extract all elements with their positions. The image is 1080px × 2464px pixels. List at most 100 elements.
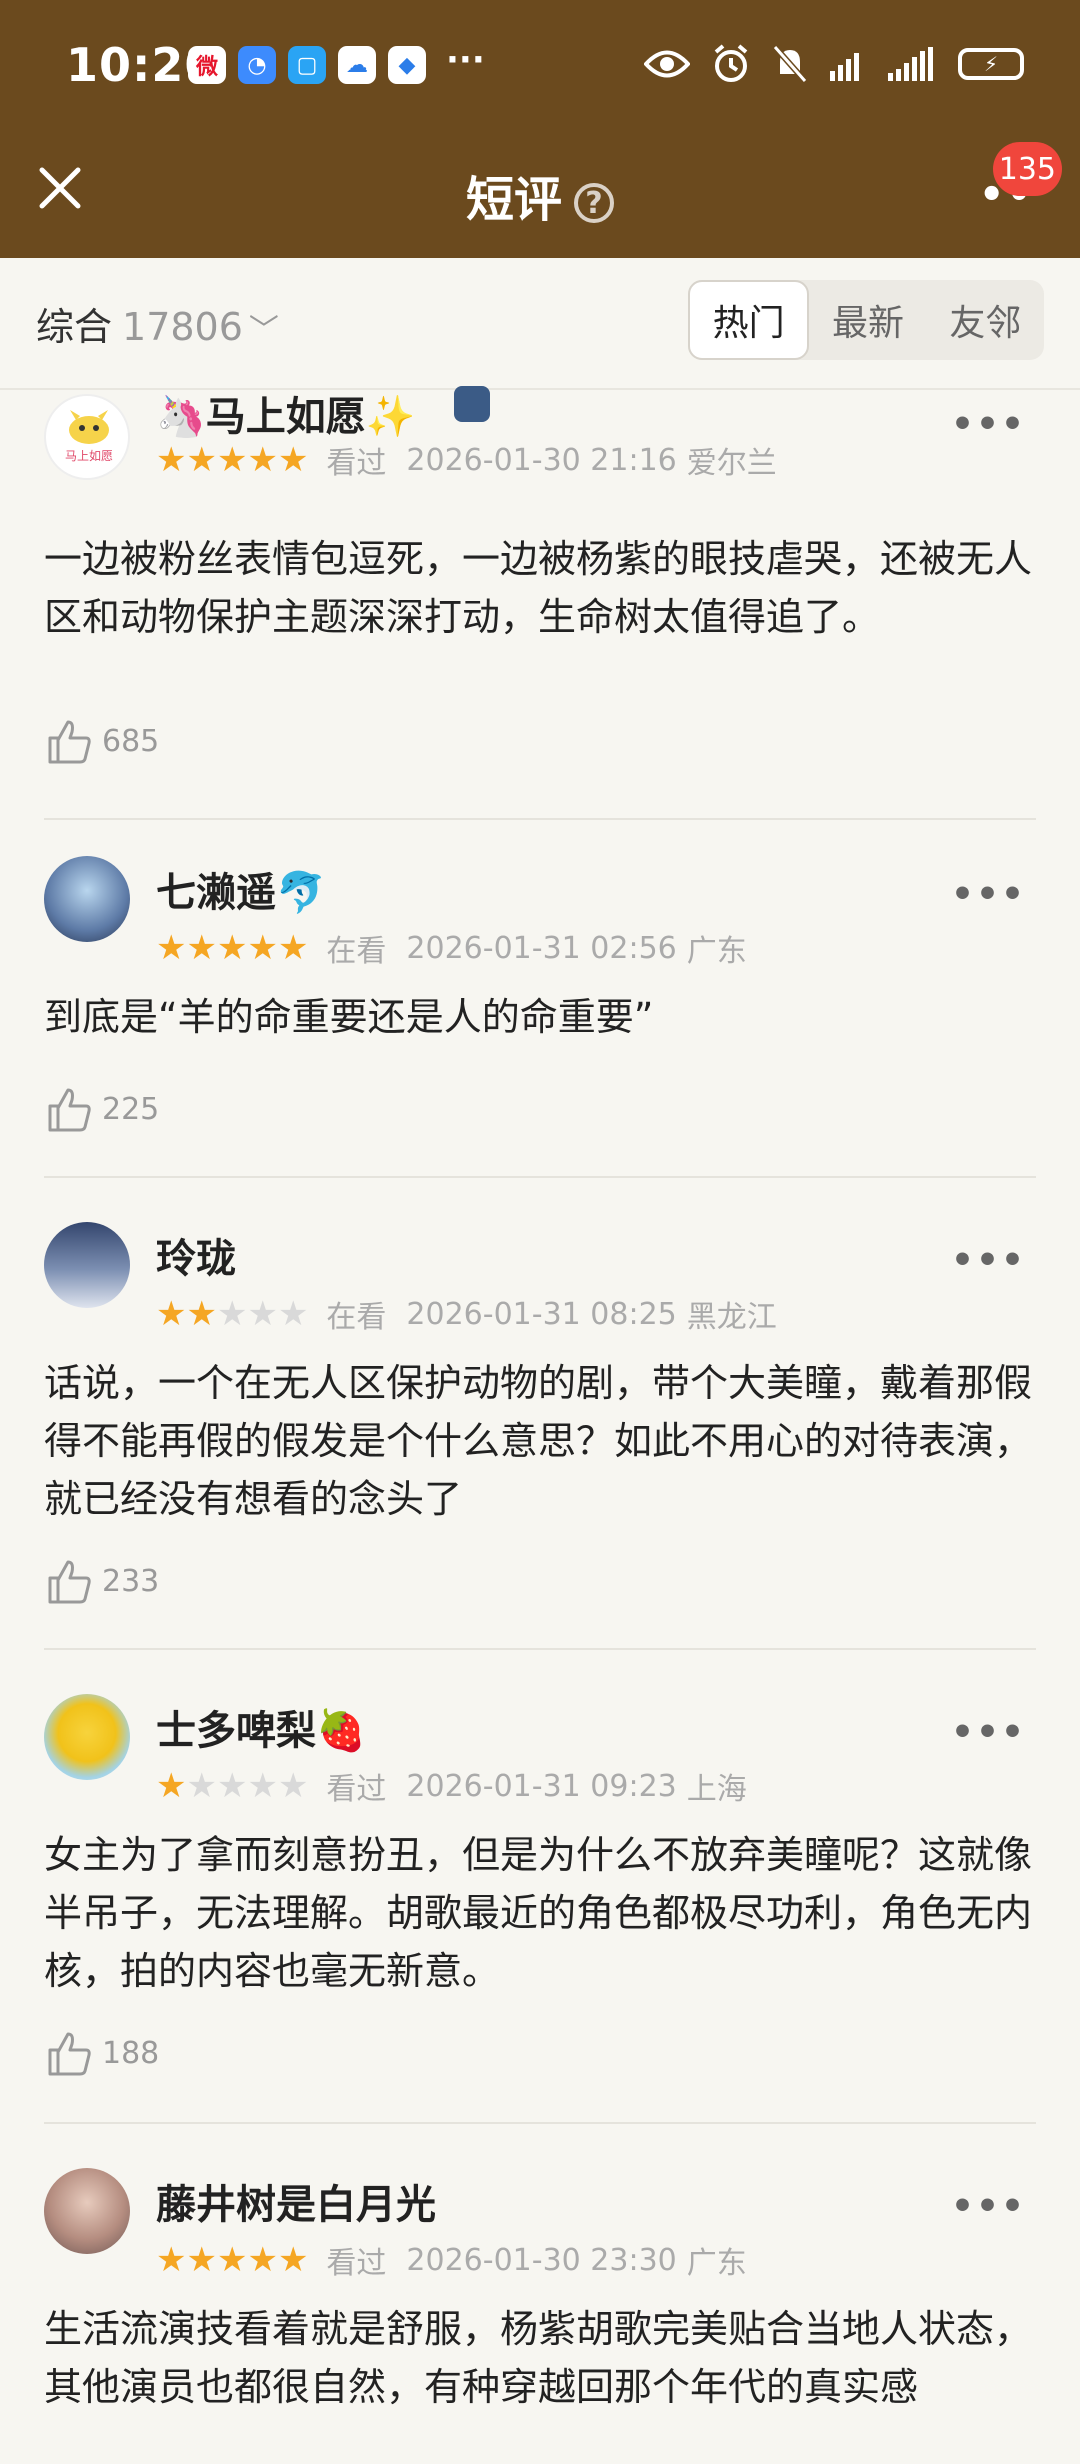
review-list: 马上如愿 🦄马上如愿✨ ★ ★ ★ ★ ★ 看过 2026-01-30 21:16 爱尔… — [0, 386, 1080, 2464]
username[interactable]: 🦄马上如愿✨ — [156, 384, 416, 442]
watch-status: 看过 — [326, 446, 387, 481]
star-icon: ★ — [186, 2240, 217, 2280]
avatar[interactable] — [44, 856, 130, 942]
like-button[interactable]: 188 — [44, 2028, 159, 2078]
review-more-button[interactable]: ••• — [951, 874, 1026, 915]
star-icon: ★ — [247, 1766, 278, 1806]
thumbs-up-icon — [48, 1560, 91, 1604]
like-button[interactable]: 225 — [44, 1084, 159, 1134]
review-location: 广东 — [686, 934, 747, 969]
review-item: 马上如愿 🦄马上如愿✨ ★ ★ ★ ★ ★ 看过 2026-01-30 21:16 爱尔… — [44, 386, 1036, 820]
star-icon: ★ — [247, 2240, 278, 2280]
star-icon: ★ — [186, 1766, 217, 1806]
notification-badge: 135 — [992, 142, 1062, 196]
status-app-icons: 微 ◔ ▢ ☁ ◆ — [188, 46, 426, 84]
review-meta: ★ ★ ★ ★ ★ 看过 2026-01-31 09:23 上海 — [156, 1764, 747, 1808]
star-icon: ★ — [156, 2240, 187, 2280]
review-location: 黑龙江 — [686, 1300, 777, 1335]
app-header: 10:20 微 ◔ ▢ ☁ ◆ ··· ⚡ 短评 ? •• 135 — [0, 0, 1080, 258]
badge-icon — [454, 386, 490, 422]
page-title: 短评? — [0, 160, 1080, 230]
avatar[interactable] — [44, 1222, 130, 1308]
star-icon: ★ — [216, 440, 248, 480]
star-icon: ★ — [156, 440, 187, 480]
star-icon: ★ — [247, 928, 278, 968]
status-right-icons: ⚡ — [644, 44, 1024, 84]
sort-tabs: 热门 最新 友邻 — [688, 280, 1044, 360]
username[interactable]: 七濑遥🐬 — [156, 860, 326, 918]
cloud-icon: ☁ — [338, 46, 376, 84]
avatar[interactable]: 马上如愿 — [44, 394, 130, 480]
review-content: 话说，一个在无人区保护动物的剧，带个大美瞳，戴着那假得不能再假的假发是个什么意思… — [44, 1361, 1033, 1521]
sort-select[interactable]: 综合 17806 ﹀ — [36, 296, 279, 351]
star-icon: ★ — [277, 928, 309, 968]
review-more-button[interactable]: ••• — [951, 1712, 1026, 1753]
star-icon: ★ — [277, 1294, 309, 1334]
help-icon[interactable]: ? — [574, 183, 614, 223]
avatar[interactable] — [44, 2168, 130, 2254]
review-location: 上海 — [686, 1772, 747, 1807]
bulb-icon: ◔ — [238, 46, 276, 84]
review-datetime: 2026-01-31 09:23 — [406, 1768, 677, 1804]
chat-icon: ▢ — [288, 46, 326, 84]
watch-status: 看过 — [326, 1772, 387, 1807]
thumbs-up-icon — [48, 2032, 91, 2076]
rating-stars: ★ ★ ★ ★ ★ — [156, 1769, 308, 1803]
eye-icon — [644, 50, 690, 78]
like-count: 225 — [102, 1091, 160, 1127]
review-meta: ★ ★ ★ ★ ★ 在看 2026-01-31 08:25 黑龙江 — [156, 1292, 777, 1336]
review-datetime: 2026-01-30 21:16 — [406, 442, 677, 478]
alarm-icon — [714, 44, 748, 82]
star-icon: ★ — [247, 440, 278, 480]
thumbs-up-icon — [48, 720, 91, 764]
username[interactable]: 士多啤梨🍓 — [156, 1698, 366, 1756]
tab-friends[interactable]: 友邻 — [927, 280, 1044, 360]
weibo-icon: 微 — [188, 46, 226, 84]
username[interactable]: 藤井树是白月光 — [156, 2172, 436, 2230]
battery-icon: ⚡ — [958, 48, 1024, 80]
review-content: 生活流演技看着就是舒服，杨紫胡歌完美贴合当地人状态，其他演员也都很自然，有种穿越… — [44, 2307, 1033, 2409]
review-count: 17806 — [122, 305, 243, 349]
browser-icon: ◆ — [388, 46, 426, 84]
star-icon: ★ — [216, 2240, 248, 2280]
star-icon: ★ — [156, 1766, 187, 1806]
star-icon: ★ — [247, 1294, 278, 1334]
review-more-button[interactable]: ••• — [951, 404, 1026, 445]
signal-icon — [830, 53, 859, 81]
mute-bell-icon — [772, 45, 808, 83]
tab-hot[interactable]: 热门 — [688, 280, 810, 360]
star-icon: ★ — [156, 928, 187, 968]
like-count: 188 — [102, 2035, 160, 2071]
username[interactable]: 玲珑 — [156, 1226, 236, 1284]
status-more-icon: ··· — [446, 40, 485, 80]
rating-stars: ★ ★ ★ ★ ★ — [156, 443, 308, 477]
review-meta: ★ ★ ★ ★ ★ 在看 2026-01-31 02:56 广东 — [156, 926, 747, 970]
star-icon: ★ — [277, 440, 309, 480]
review-more-button[interactable]: ••• — [951, 1240, 1026, 1281]
review-content: 到底是“羊的命重要还是人的命重要” — [44, 995, 654, 1039]
review-item: 士多啤梨🍓 ★ ★ ★ ★ ★ 看过 2026-01-31 09:23 上海 ••• 女… — [44, 1650, 1036, 2124]
filter-bar: 综合 17806 ﹀ 热门 最新 友邻 — [0, 258, 1080, 390]
like-count: 685 — [102, 723, 160, 759]
svg-text:马上如愿: 马上如愿 — [65, 448, 113, 463]
review-meta: ★ ★ ★ ★ ★ 看过 2026-01-30 21:16 爱尔兰 — [156, 438, 777, 482]
star-icon: ★ — [186, 1294, 217, 1334]
review-datetime: 2026-01-31 08:25 — [406, 1296, 677, 1332]
review-content: 一边被粉丝表情包逗死，一边被杨紫的眼技虐哭，还被无人区和动物保护主题深深打动，生… — [44, 537, 1033, 639]
review-datetime: 2026-01-31 02:56 — [406, 930, 677, 966]
review-item: 藤井树是白月光 ★ ★ ★ ★ ★ 看过 2026-01-30 23:30 广东 •••… — [44, 2124, 1036, 2464]
star-icon: ★ — [216, 928, 248, 968]
star-icon: ★ — [156, 1294, 187, 1334]
like-button[interactable]: 233 — [44, 1556, 159, 1606]
avatar[interactable] — [44, 1694, 130, 1780]
watch-status: 在看 — [326, 1300, 387, 1335]
like-button[interactable]: 685 — [44, 716, 159, 766]
review-item: 七濑遥🐬 ★ ★ ★ ★ ★ 在看 2026-01-31 02:56 广东 ••• 到底… — [44, 820, 1036, 1178]
rating-stars: ★ ★ ★ ★ ★ — [156, 1297, 308, 1331]
star-icon: ★ — [216, 1294, 248, 1334]
review-more-button[interactable]: ••• — [951, 2186, 1026, 2227]
star-icon: ★ — [277, 2240, 309, 2280]
tab-latest[interactable]: 最新 — [809, 280, 926, 360]
watch-status: 在看 — [326, 934, 387, 969]
star-icon: ★ — [186, 440, 217, 480]
